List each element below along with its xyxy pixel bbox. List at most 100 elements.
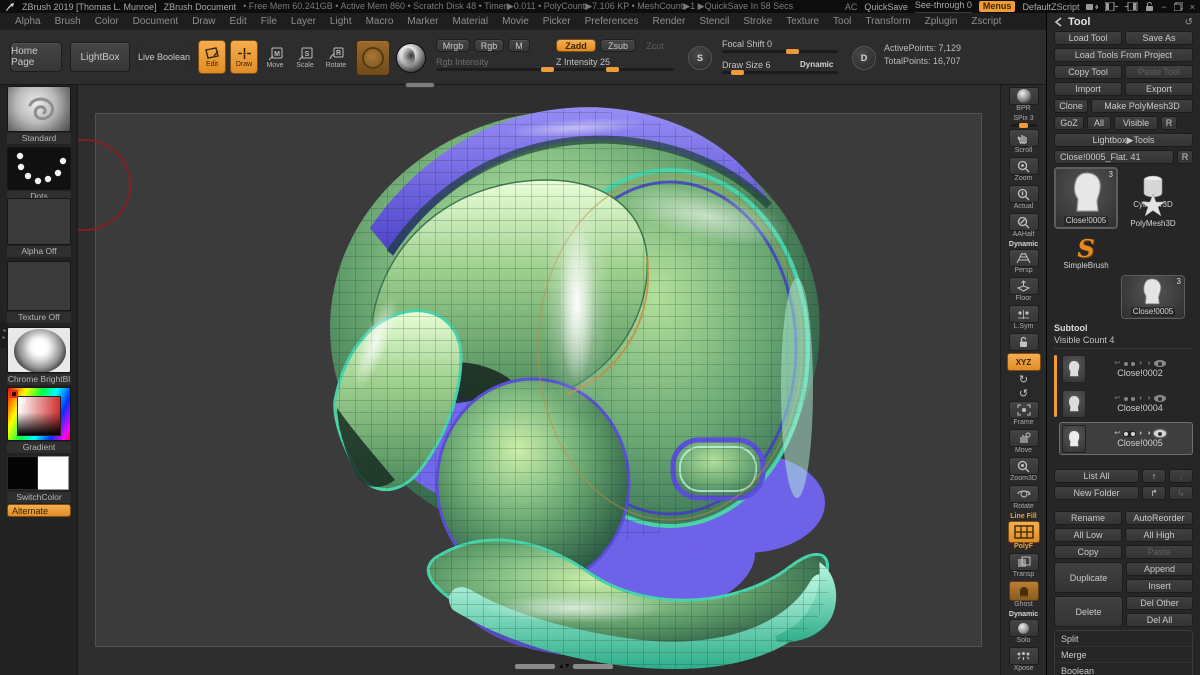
list-all-button[interactable]: List All xyxy=(1054,469,1139,483)
copy-button[interactable]: Copy xyxy=(1054,545,1122,559)
default-zscript-button[interactable]: DefaultZScript xyxy=(1022,2,1079,12)
menu-zscript[interactable]: Zscript xyxy=(964,16,1008,27)
flatten-slider[interactable]: Close!0005_Flat. 41 xyxy=(1054,150,1174,164)
del-other-button[interactable]: Del Other xyxy=(1126,596,1193,610)
left-tray-toggle-icon[interactable] xyxy=(1105,1,1118,12)
m-button[interactable]: M xyxy=(508,39,530,52)
zcut-button[interactable]: Zcut xyxy=(640,39,670,52)
menu-preferences[interactable]: Preferences xyxy=(578,16,646,27)
bottom-tray-divider-handle[interactable]: ▲▼ xyxy=(515,663,613,670)
restore-icon[interactable] xyxy=(1174,1,1183,12)
current-texture-tile[interactable]: Texture Off xyxy=(7,261,71,323)
load-tools-from-project-button[interactable]: Load Tools From Project xyxy=(1054,48,1193,62)
symmetry-lock-button[interactable] xyxy=(1006,333,1042,351)
floor-button[interactable]: Floor xyxy=(1006,277,1042,303)
main-color-swatch[interactable] xyxy=(7,456,38,490)
mrgb-button[interactable]: Mrgb xyxy=(436,39,470,52)
menu-picker[interactable]: Picker xyxy=(536,16,578,27)
autoreorder-button[interactable]: AutoReorder xyxy=(1125,511,1193,525)
subtool-row-close0005-selected[interactable]: ↩◐◑ Close!0005 xyxy=(1059,422,1193,455)
rotate-3d-button[interactable]: Rotate xyxy=(1006,485,1042,511)
duplicate-button[interactable]: Duplicate xyxy=(1054,562,1123,593)
export-button[interactable]: Export xyxy=(1125,82,1193,96)
bpr-button[interactable]: BPR xyxy=(1006,87,1042,113)
gradient-color-picker[interactable]: Gradient xyxy=(7,387,71,453)
goz-button[interactable]: GoZ xyxy=(1054,116,1084,130)
xpose-button[interactable]: Xpose xyxy=(1006,647,1042,673)
move-3d-button[interactable]: Move xyxy=(1006,429,1042,455)
z-intensity-slider[interactable]: Z Intensity 25 xyxy=(556,57,674,71)
move-into-folder-button[interactable]: ↳ xyxy=(1169,486,1193,500)
eye-icon[interactable] xyxy=(1154,395,1166,402)
subtool-row-icons[interactable]: ↩◐◑ xyxy=(1114,430,1165,438)
home-page-button[interactable]: Home Page xyxy=(10,42,62,72)
scroll-button[interactable]: Scroll xyxy=(1006,129,1042,155)
menus-toggle-button[interactable]: Menus xyxy=(979,1,1016,12)
tool-thumb-last[interactable]: 3 Close!0005 xyxy=(1121,275,1185,319)
subtool-section-title[interactable]: Subtool xyxy=(1054,323,1193,333)
del-all-button[interactable]: Del All xyxy=(1126,613,1193,627)
helmet-3d-model[interactable] xyxy=(275,88,845,673)
zadd-button[interactable]: Zadd xyxy=(556,39,596,52)
menu-tool[interactable]: Tool xyxy=(826,16,858,27)
subtool-row-close0004[interactable]: ↩◐◑ Close!0004 xyxy=(1059,387,1193,420)
current-alpha-tile[interactable]: Alpha Off xyxy=(7,198,71,257)
aahalf-button[interactable]: AAHalf xyxy=(1006,213,1042,239)
top-shelf-divider-handle[interactable] xyxy=(405,82,435,88)
spin-counterclockwise-button[interactable]: ↺ xyxy=(1006,387,1042,399)
tool-thumb-selected[interactable]: 3 Close!0005 xyxy=(1054,167,1118,229)
append-button[interactable]: Append xyxy=(1126,562,1193,576)
material-sphere-icon[interactable] xyxy=(396,43,426,73)
draw-button[interactable]: Draw xyxy=(230,40,258,74)
menu-color[interactable]: Color xyxy=(88,16,126,27)
insert-button[interactable]: Insert xyxy=(1126,579,1193,593)
rgb-button[interactable]: Rgb xyxy=(474,39,504,52)
brush-preview-button[interactable] xyxy=(356,40,390,76)
current-material-tile[interactable]: Chrome BrightBl xyxy=(7,327,71,385)
switch-color-swatches[interactable] xyxy=(7,456,69,490)
zsub-button[interactable]: Zsub xyxy=(600,39,636,52)
menu-stencil[interactable]: Stencil xyxy=(692,16,736,27)
edit-button[interactable]: Edit xyxy=(198,40,226,74)
new-folder-button[interactable]: New Folder xyxy=(1054,486,1139,500)
make-polymesh3d-button[interactable]: Make PolyMesh3D xyxy=(1091,99,1193,113)
copy-tool-button[interactable]: Copy Tool xyxy=(1054,65,1122,79)
ghost-button[interactable]: Ghost xyxy=(1006,581,1042,609)
goz-r-button[interactable]: R xyxy=(1161,116,1177,130)
menu-brush[interactable]: Brush xyxy=(48,16,88,27)
alternate-button[interactable]: Alternate xyxy=(7,504,71,517)
merge-section[interactable]: Merge xyxy=(1055,647,1192,663)
subtool-row-icons[interactable]: ↩◐◑ xyxy=(1114,395,1165,403)
menu-texture[interactable]: Texture xyxy=(779,16,826,27)
quicksave-button[interactable]: QuickSave xyxy=(864,2,908,12)
live-boolean-button[interactable]: Live Boolean xyxy=(136,42,192,72)
rotate-button[interactable]: R Rotate xyxy=(322,42,350,74)
document-canvas[interactable]: ▲▼ xyxy=(78,85,1000,675)
tool-thumb-simplebrush[interactable]: S SimpleBrush xyxy=(1054,232,1118,272)
zoom-button[interactable]: Zoom xyxy=(1006,157,1042,183)
subtool-up-button[interactable]: ↑ xyxy=(1142,469,1166,483)
menu-transform[interactable]: Transform xyxy=(858,16,917,27)
menu-edit[interactable]: Edit xyxy=(223,16,254,27)
menu-movie[interactable]: Movie xyxy=(495,16,536,27)
left-tray-divider-handle[interactable]: ◂▸ xyxy=(0,322,8,348)
menu-render[interactable]: Render xyxy=(646,16,693,27)
right-tray-toggle-icon[interactable] xyxy=(1125,1,1138,12)
load-tool-button[interactable]: Load Tool xyxy=(1054,31,1122,45)
save-as-button[interactable]: Save As xyxy=(1125,31,1193,45)
menu-document[interactable]: Document xyxy=(126,16,186,27)
menu-draw[interactable]: Draw xyxy=(185,16,222,27)
zoom3d-button[interactable]: Zoom3D xyxy=(1006,457,1042,483)
subtool-down-button[interactable]: ↓ xyxy=(1169,469,1193,483)
lock-icon[interactable] xyxy=(1145,1,1154,12)
lightbox-tools-button[interactable]: Lightbox▶Tools xyxy=(1054,133,1193,147)
lsym-button[interactable]: L.Sym xyxy=(1006,305,1042,331)
move-out-folder-button[interactable]: ↱ xyxy=(1142,486,1166,500)
import-button[interactable]: Import xyxy=(1054,82,1122,96)
minimize-icon[interactable]: − xyxy=(1161,1,1166,12)
menu-file[interactable]: File xyxy=(254,16,284,27)
actual-button[interactable]: Actual xyxy=(1006,185,1042,211)
scale-button[interactable]: S Scale xyxy=(292,42,318,74)
lightbox-button[interactable]: LightBox xyxy=(70,42,130,72)
menu-zplugin[interactable]: Zplugin xyxy=(918,16,965,27)
